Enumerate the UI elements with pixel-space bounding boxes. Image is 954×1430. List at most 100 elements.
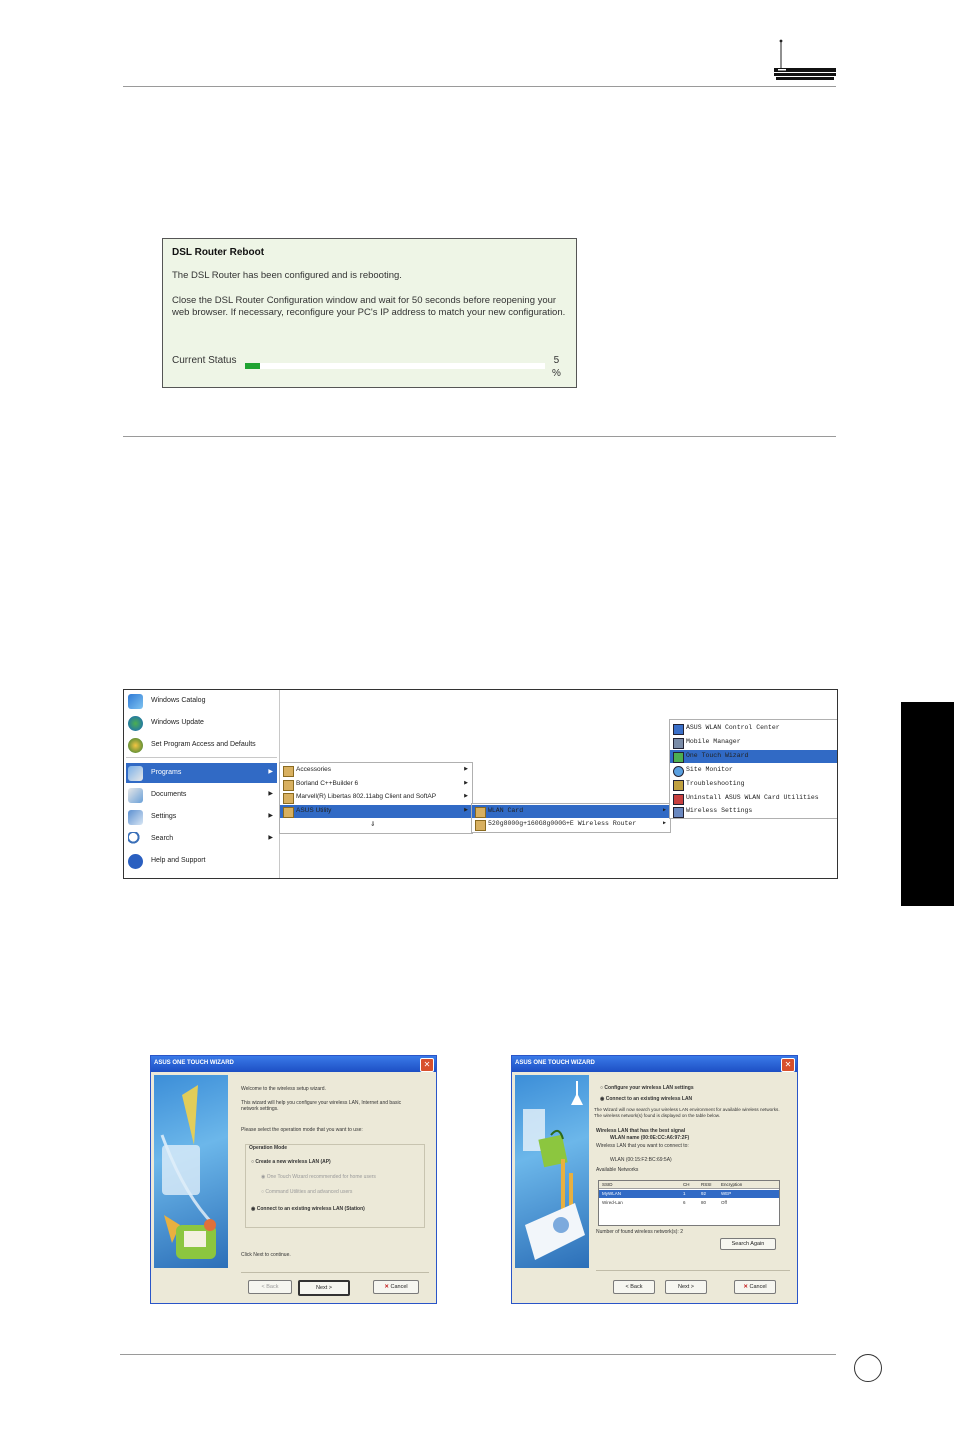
table-header: SSID CH RSSI Encryption bbox=[599, 1181, 779, 1189]
next-button[interactable]: Next > bbox=[298, 1280, 350, 1296]
wizard-window-2: ASUS ONE TOUCH WIZARD ✕ ○ Configure your… bbox=[511, 1055, 798, 1304]
submenu-item-one-touch-wizard[interactable]: One Touch Wizard bbox=[670, 750, 837, 763]
radio-label: Connect to an existing wireless LAN bbox=[605, 1096, 693, 1102]
monitor-icon bbox=[673, 766, 684, 777]
table-row[interactable]: MyWLAN 1 92 WEP bbox=[599, 1190, 779, 1198]
radio-label: Command Utilities and advanced users bbox=[265, 1189, 353, 1195]
program-access-icon bbox=[128, 738, 143, 753]
wizard-illustration-icon bbox=[160, 1085, 216, 1259]
menu-item-settings[interactable]: Settings ▶ bbox=[126, 807, 277, 827]
found-count: Number of found wireless network(s): 2 bbox=[596, 1229, 683, 1235]
progress-fill bbox=[245, 363, 260, 369]
chapter-side-tab bbox=[901, 702, 954, 906]
group-label: Operation Mode bbox=[249, 1145, 288, 1151]
radio-create-ap[interactable]: ○ Create a new wireless LAN (AP) bbox=[251, 1159, 436, 1165]
ssid-value: WLAN (00:15:F2:BC:69:5A) bbox=[610, 1157, 672, 1163]
troubleshoot-icon bbox=[673, 780, 684, 791]
back-button[interactable]: < Back bbox=[613, 1280, 655, 1294]
menu-item-programs[interactable]: Programs ▶ bbox=[126, 763, 277, 783]
submenu-item-wlan-card[interactable]: WLAN Card ▶ bbox=[472, 805, 670, 818]
folder-icon bbox=[475, 807, 486, 818]
submenu-item-borland[interactable]: Borland C++Builder 6 ▶ bbox=[280, 778, 472, 791]
windows-update-icon bbox=[128, 716, 143, 731]
menu-item-help[interactable]: Help and Support bbox=[126, 851, 277, 871]
dsl-title: DSL Router Reboot bbox=[172, 247, 265, 258]
help-icon bbox=[128, 854, 143, 869]
folder-icon bbox=[283, 807, 294, 818]
wizard-window-1: ASUS ONE TOUCH WIZARD ✕ Welcome to the w… bbox=[150, 1055, 437, 1304]
radio-label: One Touch Wizard recommended for home us… bbox=[266, 1174, 376, 1180]
folder-icon bbox=[475, 820, 486, 831]
back-button[interactable]: < Back bbox=[248, 1280, 292, 1294]
radio-label: Configure your wireless LAN settings bbox=[604, 1085, 694, 1091]
radio-label: Create a new wireless LAN (AP) bbox=[255, 1159, 331, 1165]
menu-item-windows-update[interactable]: Windows Update bbox=[126, 713, 277, 733]
page-number-circle bbox=[854, 1354, 882, 1382]
settings-icon bbox=[673, 807, 684, 818]
submenu-item-uninstall[interactable]: Uninstall ASUS WLAN Card Utilities bbox=[670, 792, 837, 805]
available-networks-label: Available Networks bbox=[596, 1167, 639, 1173]
wizard-title: ASUS ONE TOUCH WIZARD bbox=[154, 1060, 234, 1066]
cancel-x-icon: ✕ bbox=[743, 1284, 748, 1290]
button-divider bbox=[241, 1272, 429, 1273]
footer-rule bbox=[120, 1354, 836, 1355]
menu-item-search[interactable]: Search ▶ bbox=[126, 829, 277, 849]
start-menu-screenshot: Windows Catalog Windows Update Set Progr… bbox=[123, 689, 838, 879]
header-rule bbox=[123, 86, 836, 87]
menu-item-documents[interactable]: Documents ▶ bbox=[126, 785, 277, 805]
button-divider bbox=[596, 1270, 790, 1271]
cancel-button[interactable]: ✕ Cancel bbox=[373, 1280, 419, 1294]
programs-submenu: Accessories ▶ Borland C++Builder 6 ▶ Marve… bbox=[279, 762, 473, 834]
radio-label: Connect to an existing wireless LAN (Sta… bbox=[256, 1206, 365, 1212]
submenu-item-accessories[interactable]: Accessories ▶ bbox=[280, 764, 472, 777]
choose-label: Wireless LAN that you want to connect to… bbox=[596, 1143, 689, 1149]
cancel-x-icon: ✕ bbox=[384, 1284, 389, 1290]
submenu-item-router[interactable]: 520g8000g+160G8g000G+E Wireless Router ▶ bbox=[472, 818, 670, 831]
wizard-hint: Click Next to continue. bbox=[241, 1252, 291, 1258]
radio-option-1b[interactable]: ○ Command Utilities and advanced users bbox=[261, 1189, 446, 1195]
app-icon bbox=[673, 724, 684, 735]
menu-item-windows-catalog[interactable]: Windows Catalog bbox=[126, 691, 277, 711]
folder-icon bbox=[283, 780, 294, 791]
submenu-item-troubleshooting[interactable]: Troubleshooting bbox=[670, 778, 837, 791]
radio-configure[interactable]: ○ Configure your wireless LAN settings bbox=[600, 1085, 785, 1091]
submenu-arrow-icon: ▶ bbox=[464, 780, 468, 786]
cancel-button[interactable]: ✕ Cancel bbox=[734, 1280, 776, 1294]
close-icon[interactable]: ✕ bbox=[781, 1058, 795, 1072]
submenu-expand[interactable]: ⇓ bbox=[280, 819, 472, 832]
wlan-card-submenu: ASUS WLAN Control Center Mobile Manager … bbox=[669, 719, 837, 819]
menu-item-program-access[interactable]: Set Program Access and Defaults bbox=[126, 735, 277, 755]
progress-unit: % bbox=[552, 368, 561, 379]
start-menu-left: Windows Catalog Windows Update Set Progr… bbox=[124, 690, 280, 878]
operation-mode-group bbox=[245, 1144, 425, 1228]
folder-icon bbox=[283, 793, 294, 804]
best-signal-label: Wireless LAN that has the best signal bbox=[596, 1128, 686, 1134]
networks-table: SSID CH RSSI Encryption MyWLAN 1 92 WEP … bbox=[598, 1180, 780, 1226]
table-row[interactable]: Wired-Lan 6 80 Off bbox=[599, 1199, 779, 1207]
next-button[interactable]: Next > bbox=[665, 1280, 707, 1294]
submenu-item-wireless-settings[interactable]: Wireless Settings bbox=[670, 805, 837, 818]
wizard-artwork bbox=[515, 1075, 589, 1268]
radio-option-1a[interactable]: ◉ One Touch Wizard recommended for home … bbox=[261, 1174, 446, 1180]
submenu-arrow-icon: ▶ bbox=[662, 807, 666, 813]
submenu-item-marvell[interactable]: Marvell(R) Libertas 802.11abg Client and… bbox=[280, 791, 472, 804]
radio-connect-station[interactable]: ◉ Connect to an existing wireless LAN (S… bbox=[251, 1206, 436, 1212]
wizard-artwork bbox=[154, 1075, 228, 1268]
wizard-title-bar: ASUS ONE TOUCH WIZARD ✕ bbox=[151, 1056, 436, 1072]
search-again-button[interactable]: Search Again bbox=[720, 1238, 776, 1250]
submenu-arrow-icon: ▶ bbox=[662, 820, 666, 826]
submenu-item-asus-utility[interactable]: ASUS Utility ▶ bbox=[280, 805, 472, 818]
submenu-item-site-monitor[interactable]: Site Monitor bbox=[670, 764, 837, 777]
submenu-arrow-icon: ▶ bbox=[464, 807, 468, 813]
wizard-select-prompt: Please select the operation mode that yo… bbox=[241, 1127, 363, 1133]
settings-icon bbox=[128, 810, 143, 825]
close-icon[interactable]: ✕ bbox=[420, 1058, 434, 1072]
radio-connect-existing[interactable]: ◉ Connect to an existing wireless LAN bbox=[600, 1096, 785, 1102]
search-icon bbox=[128, 832, 143, 847]
submenu-item-control-center[interactable]: ASUS WLAN Control Center bbox=[670, 722, 837, 735]
app-icon bbox=[673, 738, 684, 749]
uninstall-icon bbox=[673, 794, 684, 805]
submenu-item-mobile-manager[interactable]: Mobile Manager bbox=[670, 736, 837, 749]
folder-icon bbox=[283, 766, 294, 777]
wizard-intro: Welcome to the wireless setup wizard. bbox=[241, 1086, 326, 1092]
